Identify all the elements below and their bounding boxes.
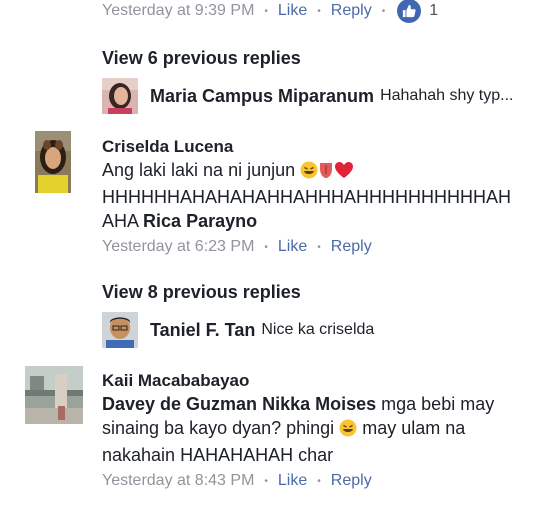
comment-line: HHHHHHAHAHAHAHHAHHHAHHHHHHHHHHAH — [102, 187, 512, 207]
like-link[interactable]: Like — [278, 238, 307, 256]
separator-dot: • — [264, 5, 268, 17]
comment-meta: Yesterday at 8:43 PM • Like • Reply — [102, 470, 372, 492]
reply-preview[interactable]: Maria Campus Miparanum Hahahah shy typ..… — [102, 78, 513, 114]
avatar[interactable] — [25, 366, 83, 424]
avatar[interactable] — [102, 78, 138, 114]
reply-preview[interactable]: Taniel F. Tan Nice ka criselda — [102, 312, 374, 348]
like-link[interactable]: Like — [278, 472, 307, 490]
reply-author[interactable]: Maria Campus Miparanum — [150, 86, 374, 107]
comment-line: Ang laki laki na ni junjun — [102, 160, 296, 180]
thumbs-up-icon[interactable] — [397, 0, 422, 23]
laughing-emoji — [339, 419, 357, 443]
reply-snippet: Nice ka criselda — [261, 321, 375, 338]
reply-snippet: Hahahah shy typ... — [380, 87, 514, 104]
comment-line: nakahain HAHAHAHAH char — [102, 445, 334, 465]
separator-dot: • — [317, 5, 321, 17]
comment-author[interactable]: Criselda Lucena — [102, 137, 233, 157]
laughing-emoji — [300, 161, 318, 185]
comment-line: AHA — [102, 211, 139, 231]
comment-text: Ang laki laki na ni junjun HHHHHHAHAHAHA… — [102, 158, 522, 233]
reply-link[interactable]: Reply — [331, 2, 372, 20]
avatar[interactable] — [102, 312, 138, 348]
timestamp: Yesterday at 6:23 PM — [102, 238, 255, 255]
reply-link[interactable]: Reply — [331, 472, 372, 490]
top-comment-meta: Yesterday at 9:39 PM • Like • Reply • 1 — [102, 0, 439, 23]
comment-text: Davey de Guzman Nikka Moises mga bebi ma… — [102, 392, 522, 467]
separator-dot: • — [381, 5, 386, 17]
reply-author[interactable]: Taniel F. Tan — [150, 320, 255, 341]
tongue-emoji — [318, 161, 334, 185]
view-previous-replies-link[interactable]: View 6 previous replies — [102, 48, 301, 69]
tagged-user[interactable]: Rica Parayno — [143, 211, 257, 231]
separator-dot: • — [264, 241, 268, 253]
view-previous-replies-link[interactable]: View 8 previous replies — [102, 282, 301, 303]
comment-line: sinaing ba kayo dyan? phingi — [102, 418, 335, 438]
like-link[interactable]: Like — [278, 2, 307, 20]
separator-dot: • — [264, 475, 268, 487]
like-count: 1 — [429, 2, 439, 19]
tagged-user[interactable]: Davey de Guzman — [102, 394, 257, 414]
avatar[interactable] — [35, 131, 71, 193]
separator-dot: • — [317, 475, 321, 487]
comment-author[interactable]: Kaii Macababayao — [102, 371, 249, 391]
separator-dot: • — [317, 241, 321, 253]
comment-line: may ulam na — [362, 418, 466, 438]
comment-line: mga bebi may — [381, 394, 495, 414]
timestamp: Yesterday at 9:39 PM — [102, 2, 255, 19]
timestamp: Yesterday at 8:43 PM — [102, 472, 255, 489]
tagged-user[interactable]: Nikka Moises — [262, 394, 376, 414]
reply-link[interactable]: Reply — [331, 238, 372, 256]
heart-emoji — [334, 161, 354, 185]
comment-meta: Yesterday at 6:23 PM • Like • Reply — [102, 236, 372, 258]
